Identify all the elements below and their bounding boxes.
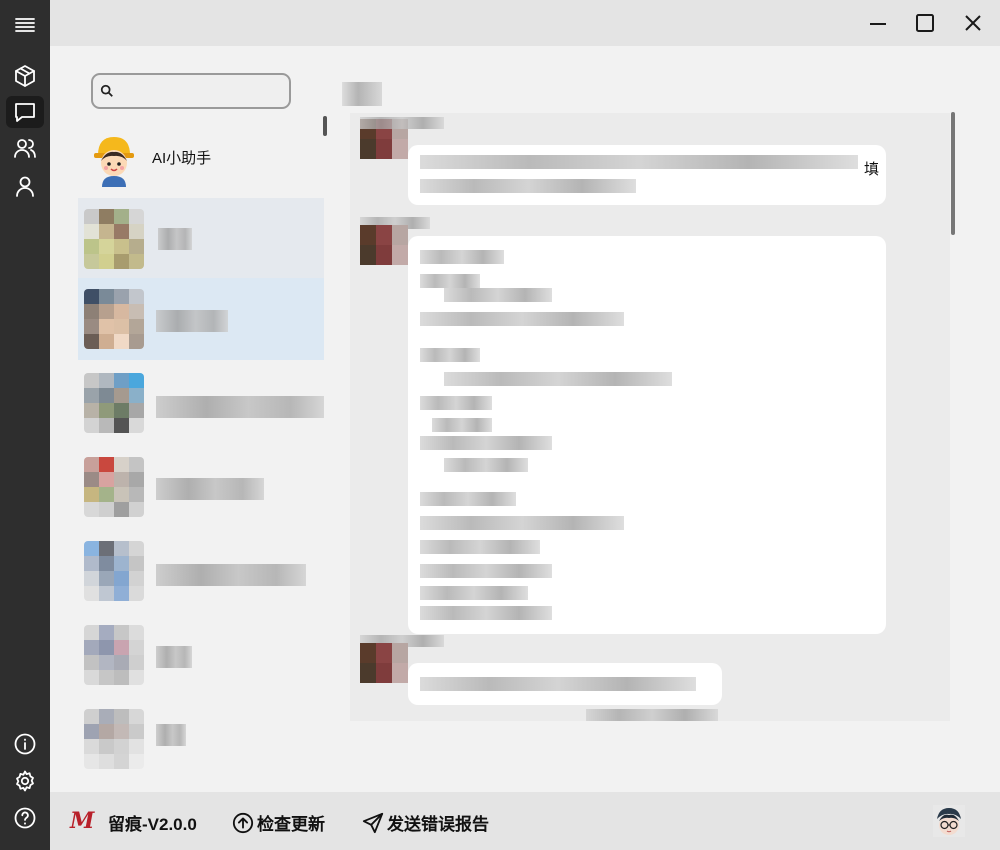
system-notice-blurred xyxy=(586,709,718,721)
message-text-blurred xyxy=(420,348,480,362)
upload-circle-icon xyxy=(232,812,254,833)
contact-name: AI小助手 xyxy=(152,150,212,167)
message-text-blurred xyxy=(420,396,492,410)
minimize-button[interactable] xyxy=(860,8,896,38)
chat-title-blurred xyxy=(342,82,382,106)
contact-avatar xyxy=(84,289,144,349)
app-logo-icon: M xyxy=(70,808,95,834)
contact-item[interactable] xyxy=(78,446,324,528)
send-report-label: 发送错误报告 xyxy=(387,815,489,834)
version-label: 留痕-V2.0.0 xyxy=(108,810,197,835)
message-text-blurred xyxy=(420,586,528,600)
contact-item[interactable] xyxy=(78,198,324,280)
message-text-blurred xyxy=(420,179,636,193)
close-button[interactable] xyxy=(955,8,991,38)
user-icon[interactable] xyxy=(6,170,44,202)
contact-avatar xyxy=(84,541,144,601)
help-icon[interactable] xyxy=(6,802,44,834)
search-input[interactable] xyxy=(119,79,284,103)
message-bubble xyxy=(408,145,886,205)
send-report-button[interactable]: 发送错误报告 xyxy=(362,810,489,835)
chat-icon[interactable] xyxy=(6,96,44,128)
chat-messages: 填 xyxy=(350,113,950,721)
contact-name-blurred xyxy=(156,646,192,668)
chat-scrollbar[interactable] xyxy=(951,112,955,235)
contact-name-blurred xyxy=(156,310,228,332)
contact-avatar xyxy=(84,209,144,269)
check-update-button[interactable]: 检查更新 xyxy=(232,810,325,835)
message-text-blurred xyxy=(420,436,552,450)
contact-avatar xyxy=(84,457,144,517)
message-bubble xyxy=(408,663,722,705)
contact-name-blurred xyxy=(156,724,186,746)
message-text-blurred xyxy=(420,274,480,288)
contact-name-blurred xyxy=(156,564,306,586)
settings-icon[interactable] xyxy=(6,765,44,797)
contact-list: AI小助手 xyxy=(50,46,340,792)
contact-item[interactable] xyxy=(78,362,324,444)
check-update-label: 检查更新 xyxy=(257,815,325,834)
message-avatar xyxy=(360,643,408,683)
footer-bar: M 留痕-V2.0.0 检查更新 发送错误报告 xyxy=(50,792,1000,850)
message-text-blurred xyxy=(420,516,624,530)
contact-ai-assistant[interactable]: AI小助手 xyxy=(78,116,324,198)
contact-item[interactable] xyxy=(78,278,324,360)
contact-item[interactable] xyxy=(78,614,324,696)
box-icon[interactable] xyxy=(6,60,44,92)
nav-rail xyxy=(0,0,50,850)
contact-name-blurred xyxy=(156,396,324,418)
contact-avatar xyxy=(84,625,144,685)
message-text-blurred xyxy=(420,606,552,620)
contacts-icon[interactable] xyxy=(6,132,44,164)
message-text-blurred xyxy=(420,540,540,554)
search-box[interactable] xyxy=(91,73,291,109)
title-bar xyxy=(50,0,1000,46)
sender-name-blurred xyxy=(360,117,444,129)
contact-avatar xyxy=(84,373,144,433)
message-text-blurred xyxy=(420,564,552,578)
message-text-fragment: 填 xyxy=(864,161,880,178)
send-icon xyxy=(362,812,384,833)
contact-name-blurred xyxy=(156,478,264,500)
message-text-blurred xyxy=(420,250,504,264)
user-avatar[interactable] xyxy=(933,805,965,837)
version-text: 留痕-V2.0.0 xyxy=(108,815,197,834)
contact-item[interactable] xyxy=(78,698,324,780)
contact-item[interactable] xyxy=(78,530,324,612)
message-text-blurred xyxy=(420,492,516,506)
message-bubble xyxy=(408,236,886,634)
message-avatar xyxy=(360,225,408,265)
message-text-blurred xyxy=(432,418,492,432)
message-text-blurred xyxy=(420,312,624,326)
message-text-blurred xyxy=(444,288,552,302)
search-icon xyxy=(100,84,113,97)
menu-icon[interactable] xyxy=(6,10,44,42)
message-text-blurred xyxy=(444,458,528,472)
maximize-button[interactable] xyxy=(907,8,943,38)
ai-assistant-avatar xyxy=(84,127,144,187)
info-icon[interactable] xyxy=(6,728,44,760)
contact-avatar xyxy=(84,709,144,769)
contact-name-blurred xyxy=(158,228,192,250)
message-text-blurred xyxy=(444,372,672,386)
message-text-blurred xyxy=(420,155,858,169)
message-text-blurred xyxy=(420,677,696,691)
